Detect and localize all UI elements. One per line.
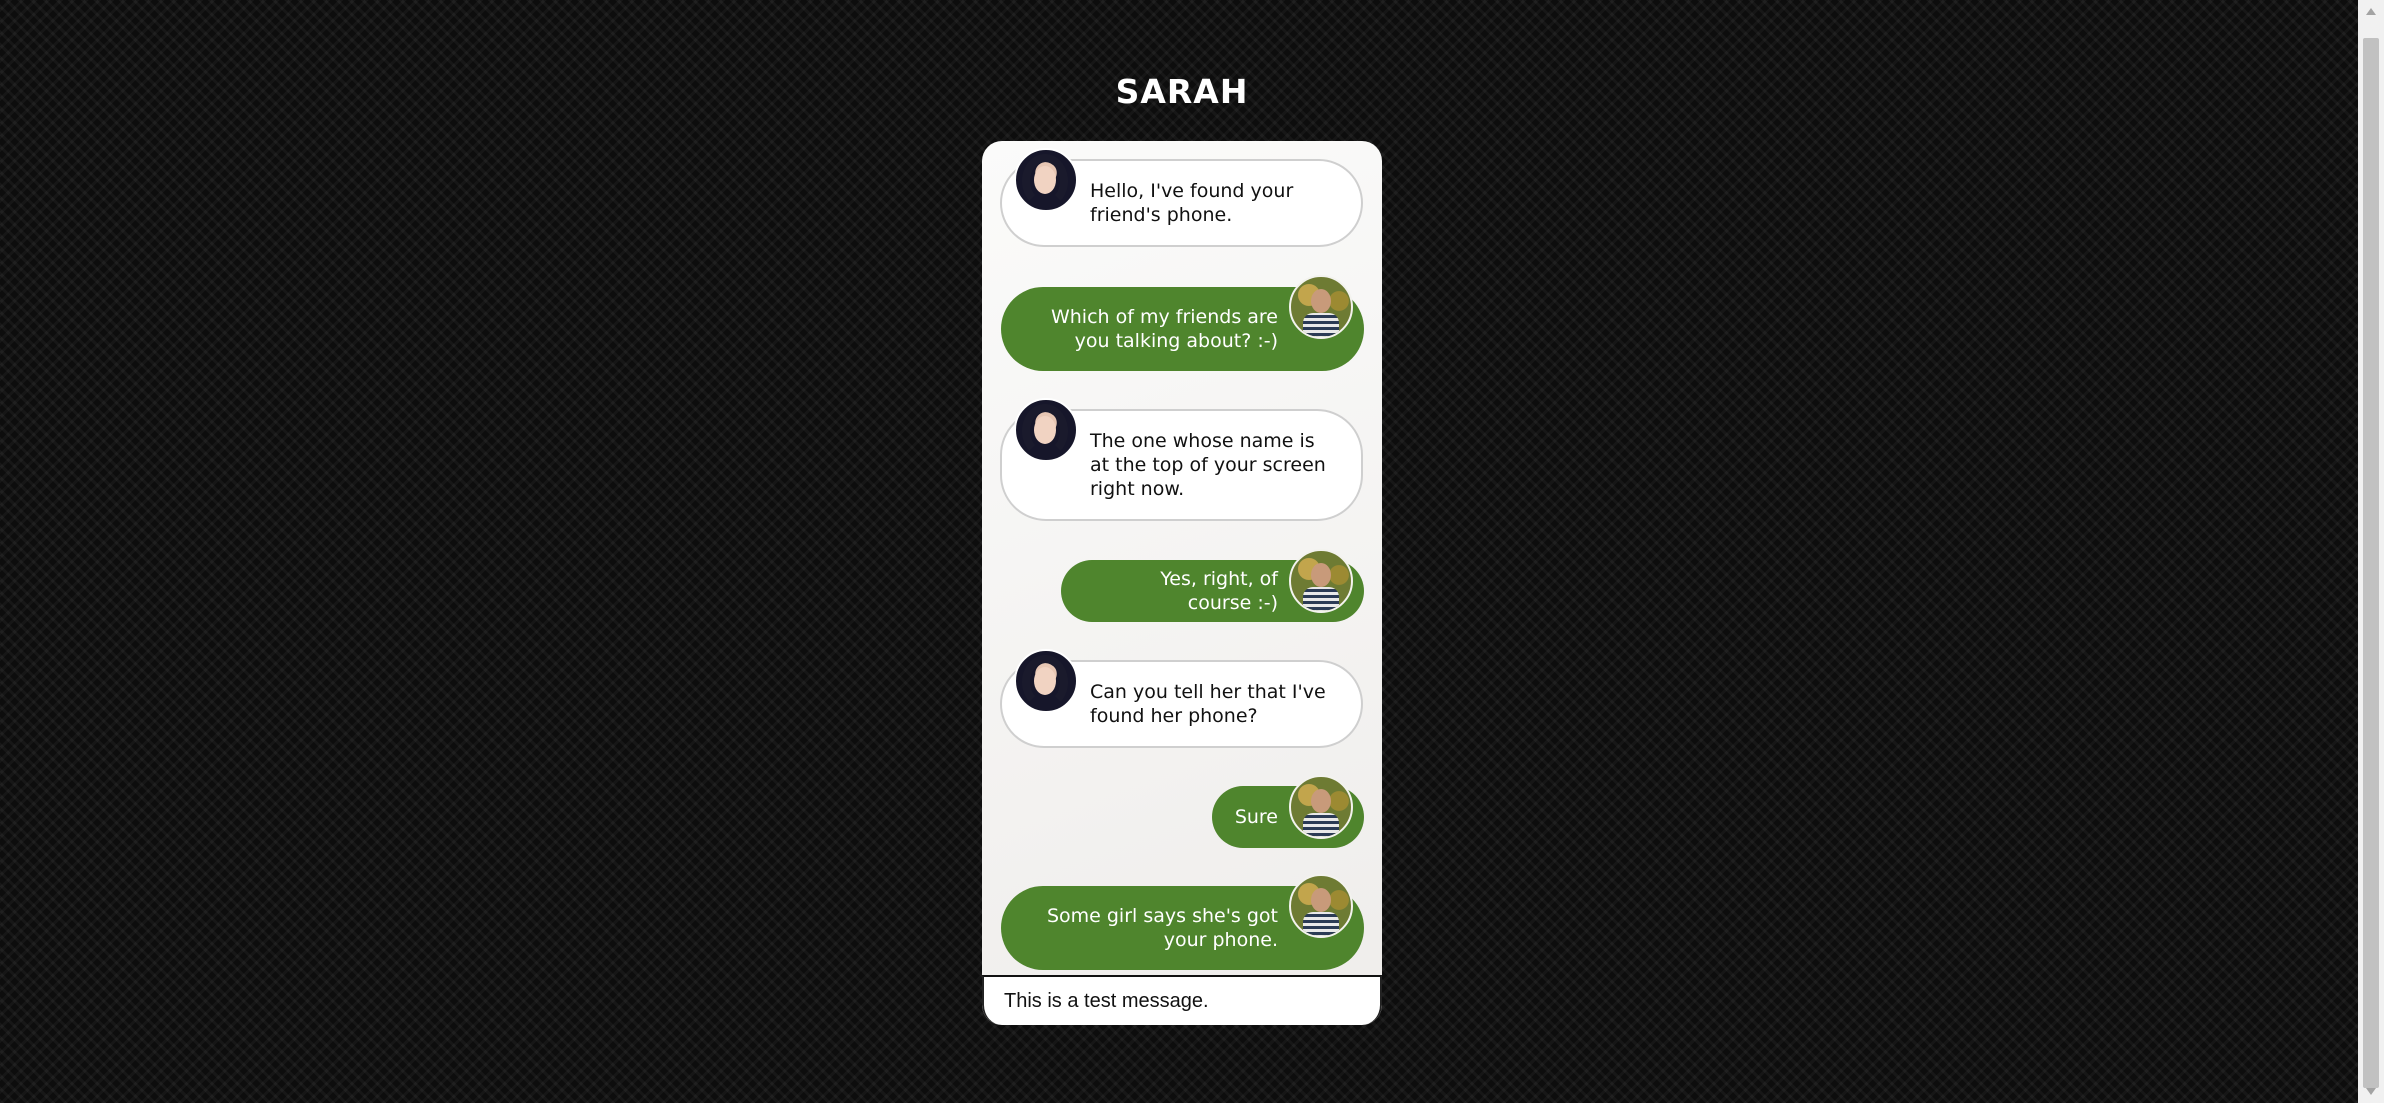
user-avatar-icon	[1289, 775, 1353, 839]
message-text: Which of my friends are you talking abou…	[1050, 306, 1278, 352]
message-text: Some girl says she's got your phone.	[1046, 905, 1278, 951]
user-avatar-icon	[1289, 874, 1353, 938]
contact-name: SARAH	[1115, 72, 1249, 111]
message-input[interactable]	[1002, 988, 1362, 1014]
message-text: The one whose name is at the top of your…	[1090, 430, 1326, 500]
message-text: Can you tell her that I've found her pho…	[1090, 681, 1326, 727]
chat-panel: Hello, I've found your friend's phone. W…	[982, 141, 1382, 1025]
sender-avatar-icon	[1014, 398, 1078, 462]
user-avatar-icon	[1289, 275, 1353, 339]
message-composer	[982, 975, 1382, 1025]
user-avatar-icon	[1289, 549, 1353, 613]
scroll-up-icon[interactable]	[2366, 8, 2376, 15]
message-text: Yes, right, of course :-)	[1160, 568, 1278, 614]
page-scrollbar[interactable]	[2358, 0, 2384, 1103]
sender-avatar-icon	[1014, 148, 1078, 212]
message-text: Hello, I've found your friend's phone.	[1090, 180, 1294, 226]
scroll-down-icon[interactable]	[2366, 1088, 2376, 1095]
sender-avatar-icon	[1014, 649, 1078, 713]
message-text: Sure	[1234, 806, 1278, 828]
scrollbar-thumb[interactable]	[2363, 38, 2379, 1088]
